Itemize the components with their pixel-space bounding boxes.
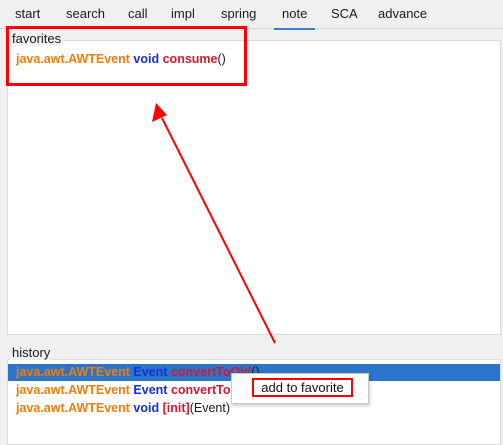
- item-method-name: consume: [162, 52, 218, 66]
- tab-advance[interactable]: advance: [378, 6, 427, 21]
- item-package: java.awt.AWTEvent: [16, 52, 130, 66]
- item-package: java.awt.AWTEvent: [16, 401, 130, 415]
- item-return-type: void: [133, 52, 160, 66]
- context-menu: add to favorite: [231, 373, 369, 404]
- tab-search[interactable]: search: [66, 6, 105, 21]
- item-params: (): [217, 52, 226, 66]
- tab-start[interactable]: start: [15, 6, 40, 21]
- item-return-type: Event: [133, 383, 168, 397]
- tab-impl[interactable]: impl: [171, 6, 195, 21]
- history-title: history: [10, 345, 53, 360]
- item-params: (Event): [189, 401, 230, 415]
- favorites-list[interactable]: java.awt.AWTEvent void consume(): [7, 40, 501, 335]
- tab-call[interactable]: call: [128, 6, 148, 21]
- item-return-type: void: [133, 401, 160, 415]
- favorite-item[interactable]: java.awt.AWTEvent void consume(): [8, 51, 500, 68]
- item-return-type: Event: [133, 365, 168, 379]
- add-to-favorite-menu-item[interactable]: add to favorite: [252, 378, 353, 397]
- tab-spring[interactable]: spring: [221, 6, 256, 21]
- item-method-name: convertTo: [170, 383, 231, 397]
- tab-note[interactable]: note: [273, 6, 316, 30]
- item-package: java.awt.AWTEvent: [16, 365, 130, 379]
- tab-sca[interactable]: SCA: [331, 6, 358, 21]
- item-method-name: [init]: [162, 401, 190, 415]
- item-package: java.awt.AWTEvent: [16, 383, 130, 397]
- favorites-title: favorites: [10, 31, 64, 46]
- tab-bar: start search call impl spring note SCA a…: [0, 0, 503, 30]
